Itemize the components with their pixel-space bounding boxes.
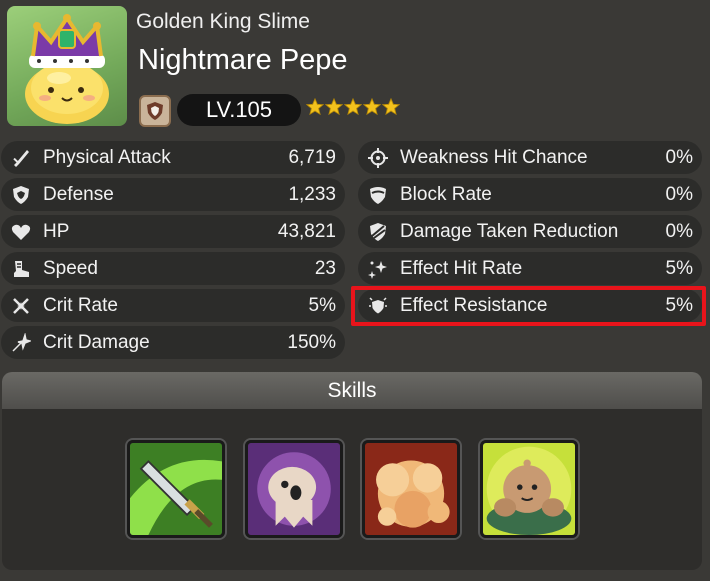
stat-crit-damage: Crit Damage 150%	[1, 326, 345, 359]
damage-reduction-icon	[367, 221, 389, 243]
effect-hit-icon	[367, 258, 389, 280]
stat-value: 0%	[665, 220, 693, 242]
star-icon	[325, 98, 343, 116]
crit-rate-icon	[10, 295, 32, 317]
star-icon	[344, 98, 362, 116]
explosion-skill-icon[interactable]	[362, 440, 460, 538]
block-icon	[367, 184, 389, 206]
shield-icon	[10, 184, 32, 206]
heart-icon	[10, 221, 32, 243]
star-icon	[306, 98, 324, 116]
stat-value: 43,821	[277, 220, 336, 242]
stat-value: 6,719	[288, 146, 336, 168]
stat-defense: Defense 1,233	[1, 178, 345, 211]
stat-label: Defense	[43, 183, 114, 205]
stat-value: 0%	[665, 183, 693, 205]
stat-label: Damage Taken Reduction	[400, 220, 619, 242]
stat-weakness-hit-chance: Weakness Hit Chance 0%	[358, 141, 702, 174]
stat-label: Crit Damage	[43, 331, 150, 353]
stat-speed: Speed 23	[1, 252, 345, 285]
skills-panel: Skills	[2, 372, 702, 570]
crosshair-icon	[367, 147, 389, 169]
star-icon	[363, 98, 381, 116]
stat-label: Effect Hit Rate	[400, 257, 523, 279]
unit-species: Golden King Slime	[136, 10, 310, 33]
crit-damage-icon	[10, 332, 32, 354]
level-badge: LV.105	[177, 94, 301, 126]
stat-value: 23	[314, 257, 336, 279]
golem-skill-icon[interactable]	[480, 440, 578, 538]
stat-hp: HP 43,821	[1, 215, 345, 248]
stat-value: 5%	[308, 294, 336, 316]
stat-label: HP	[43, 220, 70, 242]
stat-crit-rate: Crit Rate 5%	[1, 289, 345, 322]
shield-rank-icon	[139, 95, 171, 127]
stat-value: 150%	[287, 331, 336, 353]
stat-label: Weakness Hit Chance	[400, 146, 588, 168]
stat-label: Block Rate	[400, 183, 492, 205]
stat-effect-hit-rate: Effect Hit Rate 5%	[358, 252, 702, 285]
skills-header: Skills	[2, 372, 702, 409]
stat-value: 0%	[665, 146, 693, 168]
stat-damage-taken-reduction: Damage Taken Reduction 0%	[358, 215, 702, 248]
highlight-box	[351, 286, 706, 326]
ghost-skill-icon[interactable]	[245, 440, 343, 538]
unit-portrait	[7, 6, 127, 126]
stat-physical-attack: Physical Attack 6,719	[1, 141, 345, 174]
star-icon	[382, 98, 400, 116]
unit-name: Nightmare Pepe	[138, 44, 348, 76]
star-rating	[306, 98, 400, 116]
sword-icon	[10, 147, 32, 169]
dagger-skill-icon[interactable]	[127, 440, 225, 538]
stat-label: Physical Attack	[43, 146, 171, 168]
stat-label: Crit Rate	[43, 294, 118, 316]
stat-value: 1,233	[288, 183, 336, 205]
stat-label: Speed	[43, 257, 98, 279]
stat-value: 5%	[665, 257, 693, 279]
stat-block-rate: Block Rate 0%	[358, 178, 702, 211]
boot-icon	[10, 258, 32, 280]
